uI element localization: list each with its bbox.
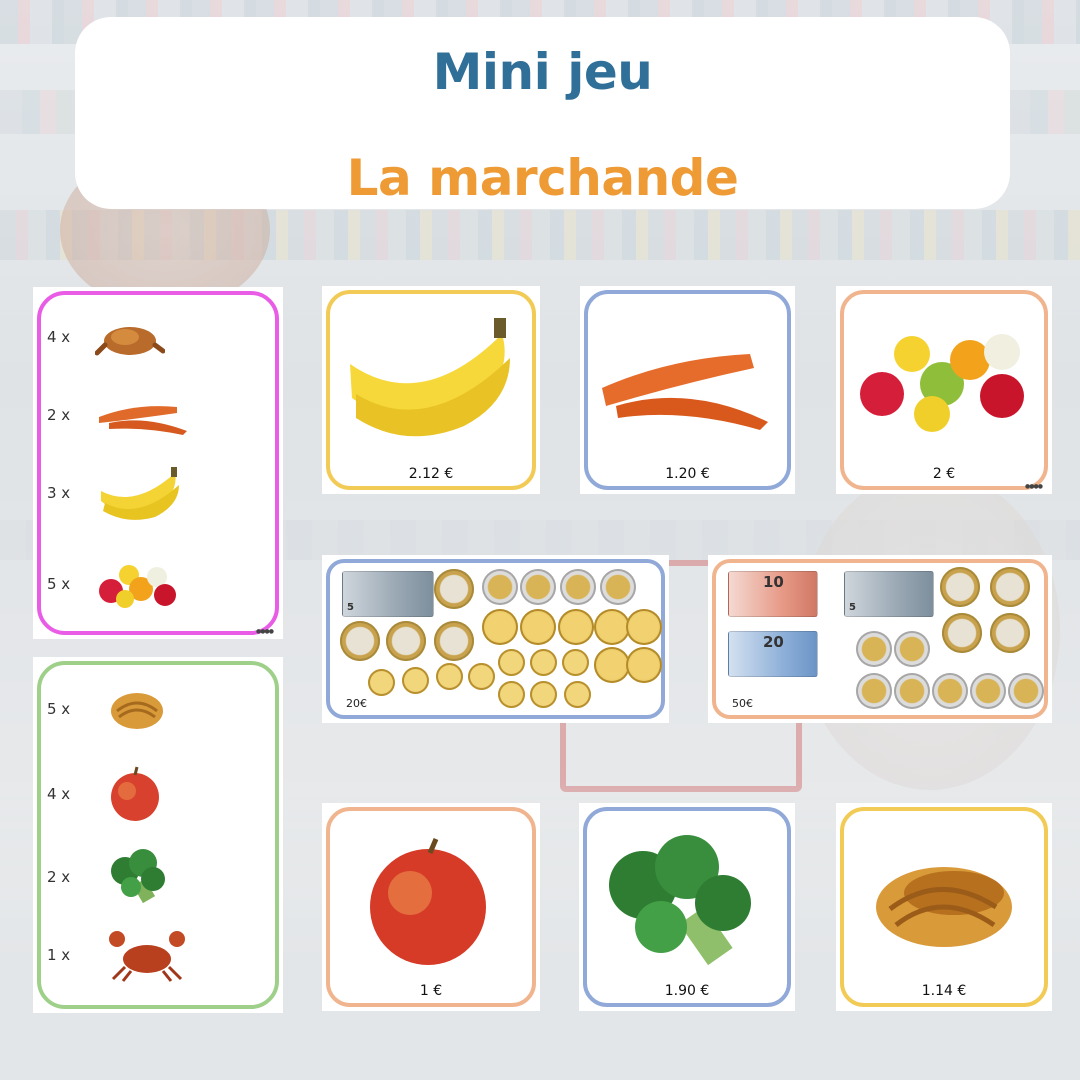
quantity-label: 2 x — [47, 868, 71, 886]
price-label: 1.90 € — [664, 983, 710, 999]
coin-50-cent — [520, 609, 556, 645]
coin-10-cent — [530, 649, 557, 676]
product-card-broccoli[interactable]: 1.90 € — [579, 803, 795, 1011]
coin-50-cent — [482, 609, 518, 645]
carrots-icon — [602, 354, 768, 430]
coin-20-cent — [558, 609, 594, 645]
broccoli-icon — [609, 835, 751, 966]
wallet-card-50[interactable]: 10 20 5 50€ — [708, 555, 1052, 723]
quantity-label: 4 x — [47, 785, 71, 803]
coin-20-cent — [594, 647, 630, 683]
coin-10-cent — [530, 681, 557, 708]
list-item: 5 x — [47, 685, 167, 733]
carrots-icon — [99, 406, 187, 435]
coin-1-euro — [482, 569, 518, 605]
coin-1-euro — [932, 673, 968, 709]
pain-au-chocolat-icon — [876, 867, 1012, 947]
price-label: 2 € — [932, 466, 956, 482]
coin-10-cent — [368, 669, 395, 696]
broccoli-icon — [111, 849, 165, 904]
coin-20-cent — [594, 609, 630, 645]
quantity-label: 5 x — [47, 700, 71, 718]
brand-logo: ●●●● — [256, 628, 274, 635]
coin-20-cent — [626, 647, 662, 683]
product-card-bananas[interactable]: 2.12 € — [322, 286, 540, 494]
coin-1-euro — [894, 673, 930, 709]
quantity-label: 5 x — [47, 575, 71, 593]
banknote-20-euro: 20 — [728, 631, 818, 677]
wallet-total: 50€ — [732, 697, 753, 710]
page-title: Mini jeu — [432, 43, 653, 101]
price-label: 1.20 € — [665, 466, 710, 482]
list-item: 2 x — [47, 393, 191, 437]
wallet-card-20[interactable]: 5 20€ — [322, 555, 669, 723]
coin-1-euro — [970, 673, 1006, 709]
roast-chicken-icon — [95, 327, 165, 356]
coin-10-cent — [402, 667, 429, 694]
list-item: 4 x — [47, 765, 163, 823]
list-item: 3 x — [47, 463, 185, 523]
coin-1-euro — [600, 569, 636, 605]
coin-1-euro — [520, 569, 556, 605]
wallet-total: 20€ — [346, 697, 367, 710]
title-banner: Mini jeu La marchande — [75, 17, 1010, 209]
coin-10-cent — [498, 681, 525, 708]
product-card-apple[interactable]: 1 € — [322, 803, 540, 1011]
coin-2-euro — [990, 613, 1030, 653]
coin-1-euro — [856, 673, 892, 709]
gummy-bears-icon — [860, 334, 1024, 432]
coin-2-euro — [940, 567, 980, 607]
list-item: 5 x — [47, 559, 179, 609]
shopping-list-card-1[interactable]: 4 x 2 x 3 x 5 x ●●●● — [33, 287, 283, 639]
brand-logo: ●●●● — [1025, 483, 1043, 490]
gummy-bears-icon — [99, 565, 176, 608]
product-card-pain-au-chocolat[interactable]: 1.14 € — [836, 803, 1052, 1011]
price-label: 1 € — [419, 983, 443, 999]
list-item: 4 x — [47, 315, 165, 359]
coin-2-euro — [340, 621, 380, 661]
coin-20-cent — [626, 609, 662, 645]
coin-1-euro — [560, 569, 596, 605]
coin-1-euro — [1008, 673, 1044, 709]
coin-1-euro — [894, 631, 930, 667]
coin-2-euro — [386, 621, 426, 661]
bananas-icon — [101, 467, 179, 520]
banknote-5-euro: 5 — [844, 571, 934, 617]
product-card-gummy-bears[interactable]: 2 € ●●●● — [836, 286, 1052, 494]
shopping-list-card-2[interactable]: 5 x 4 x 2 x 1 x — [33, 657, 283, 1013]
bananas-icon — [350, 318, 510, 437]
coin-10-cent — [468, 663, 495, 690]
list-item: 1 x — [47, 927, 187, 983]
apple-icon — [370, 838, 486, 965]
banknote-10-euro: 10 — [728, 571, 818, 617]
banknote-5-euro: 5 — [342, 571, 434, 617]
price-label: 1.14 € — [921, 983, 967, 999]
coin-10-cent — [436, 663, 463, 690]
coin-10-cent — [562, 649, 589, 676]
quantity-label: 2 x — [47, 406, 71, 424]
coin-2-euro — [434, 621, 474, 661]
product-card-carrots[interactable]: 1.20 € — [580, 286, 795, 494]
quantity-label: 1 x — [47, 946, 71, 964]
pain-au-chocolat-icon — [111, 693, 163, 729]
list-item: 2 x — [47, 847, 171, 907]
crab-icon — [109, 931, 185, 982]
quantity-label: 4 x — [47, 328, 71, 346]
apple-icon — [111, 766, 159, 821]
coin-10-cent — [498, 649, 525, 676]
price-label: 2.12 € — [408, 466, 454, 482]
page-subtitle: La marchande — [346, 149, 739, 207]
quantity-label: 3 x — [47, 484, 71, 502]
coin-10-cent — [564, 681, 591, 708]
coin-2-euro — [434, 569, 474, 609]
coin-1-euro — [856, 631, 892, 667]
coin-2-euro — [942, 613, 982, 653]
coin-2-euro — [990, 567, 1030, 607]
